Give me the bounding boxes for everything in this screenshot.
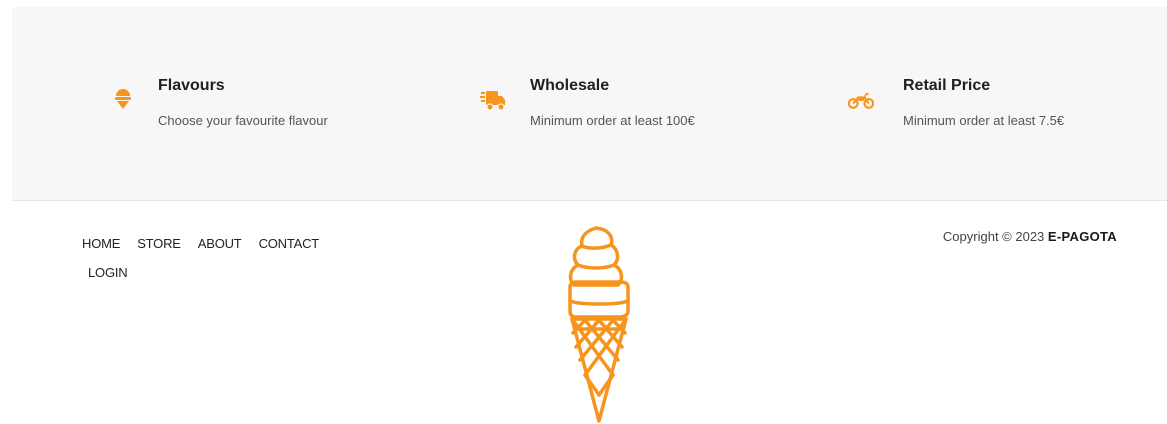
ice-cream-cone-logo — [568, 226, 630, 423]
feature-title: Wholesale — [530, 77, 610, 94]
feature-description: Minimum order at least 100€ — [530, 113, 695, 128]
nav-link-about[interactable]: ABOUT — [198, 229, 242, 258]
features-strip: Flavours Choose your favourite flavour W… — [12, 7, 1167, 201]
copyright-prefix: Copyright © 2023 — [942, 229, 1045, 244]
copyright-text: Copyright © 2023 E-PAGOTA — [943, 229, 1117, 244]
feature-title: Flavours — [158, 77, 225, 94]
footer-nav: HOME STORE ABOUT CONTACT LOGIN — [82, 229, 362, 287]
nav-link-contact[interactable]: CONTACT — [259, 229, 320, 258]
feature-title: Retail Price — [903, 77, 991, 94]
nav-link-store[interactable]: STORE — [137, 229, 181, 258]
feature-description: Minimum order at least 7.5€ — [903, 113, 1065, 128]
brand-name[interactable]: E-PAGOTA — [1048, 229, 1117, 244]
nav-link-home[interactable]: HOME — [82, 229, 120, 258]
ice-cream-icon — [115, 89, 131, 109]
feature-description: Choose your favourite flavour — [158, 113, 328, 128]
motorcycle-icon — [848, 93, 874, 109]
delivery-truck-icon — [480, 91, 505, 111]
nav-link-login[interactable]: LOGIN — [88, 258, 128, 287]
